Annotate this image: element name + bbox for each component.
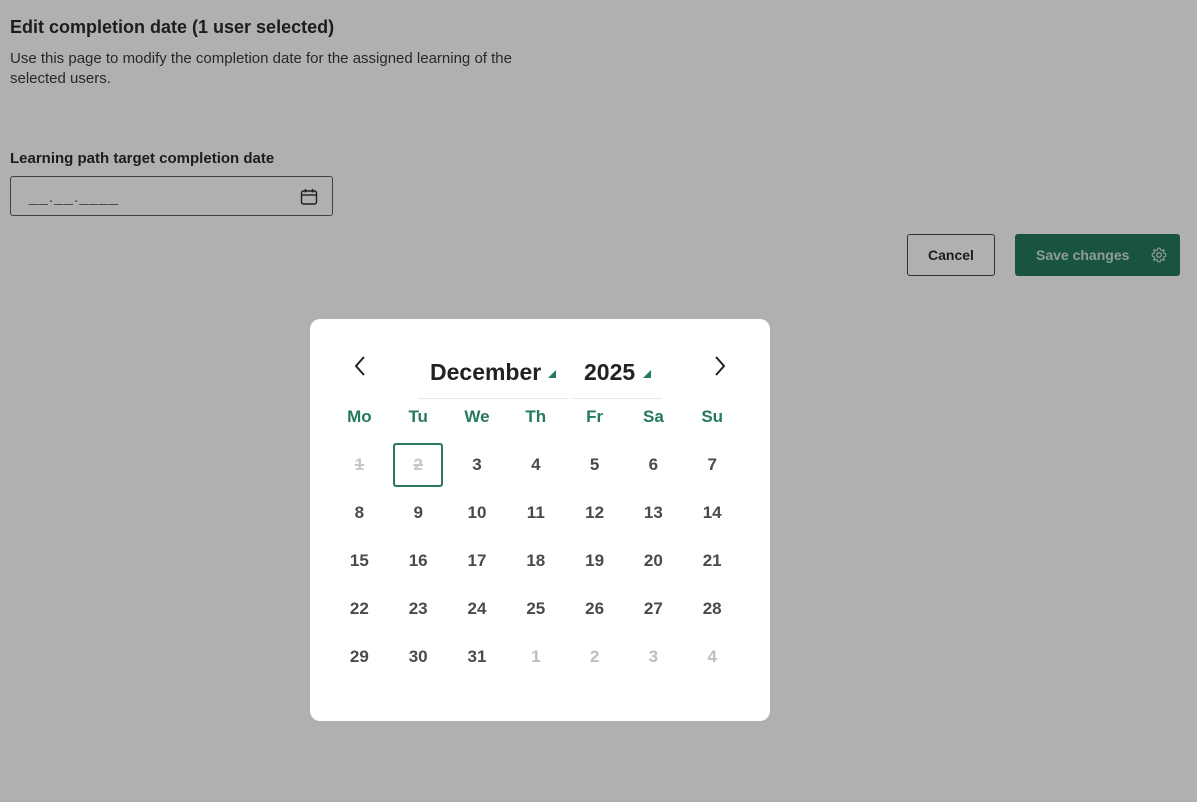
day-cell: 1 [354,455,365,474]
day-cell[interactable]: 22 [334,587,384,631]
day-cell[interactable]: 16 [393,539,443,583]
day-cell[interactable]: 30 [393,635,443,679]
month-select[interactable]: December [418,352,568,399]
day-cell[interactable]: 12 [570,491,620,535]
weekday-header: Mo Tu We Th Fr Sa Su [330,407,750,431]
day-cell: 2 [393,443,444,487]
year-select[interactable]: 2025 [572,352,662,399]
weekday-mo: Mo [347,407,372,426]
day-cell[interactable]: 29 [334,635,384,679]
day-cell[interactable]: 27 [628,587,678,631]
day-cell[interactable]: 31 [452,635,502,679]
day-cell[interactable]: 23 [393,587,443,631]
chevron-right-icon [715,356,726,376]
day-cell[interactable]: 28 [687,587,737,631]
prev-month-button[interactable] [345,351,375,381]
day-cell[interactable]: 26 [570,587,620,631]
day-cell[interactable]: 4 [511,443,561,487]
datepicker-popup: December 2025 Mo Tu We Th Fr Sa Su 1 2 3 4 5 6 7 8 9 10… [310,319,770,721]
day-cell[interactable]: 20 [628,539,678,583]
day-grid: 1 2 3 4 5 6 7 8 9 10 11 12 13 14 15 16 17 18 19 20 21 22 23 24 2… [330,443,750,693]
month-select-value: December [430,359,542,385]
year-select-value: 2025 [584,359,636,385]
day-cell[interactable]: 25 [511,587,561,631]
weekday-th: Th [525,407,547,426]
dropdown-triangle-icon [548,370,556,378]
day-cell[interactable]: 3 [452,443,502,487]
day-cell[interactable]: 24 [452,587,502,631]
day-cell[interactable]: 15 [334,539,384,583]
day-cell[interactable]: 5 [570,443,620,487]
weekday-su: Su [701,407,724,426]
day-cell[interactable]: 8 [334,491,384,535]
day-cell[interactable]: 21 [687,539,737,583]
day-cell-outside[interactable]: 4 [687,635,737,679]
day-cell[interactable]: 13 [628,491,678,535]
day-cell[interactable]: 18 [511,539,561,583]
day-cell[interactable]: 6 [628,443,678,487]
next-month-button[interactable] [705,351,735,381]
day-cell[interactable]: 9 [393,491,443,535]
weekday-sa: Sa [643,407,664,426]
day-cell-outside[interactable]: 3 [628,635,678,679]
day-cell[interactable]: 7 [687,443,737,487]
day-cell[interactable]: 14 [687,491,737,535]
day-cell[interactable]: 10 [452,491,502,535]
weekday-tu: Tu [408,407,428,426]
day-cell-outside[interactable]: 1 [511,635,561,679]
day-cell[interactable]: 17 [452,539,502,583]
weekday-we: We [464,407,490,426]
dropdown-triangle-icon [643,370,651,378]
day-cell[interactable]: 11 [511,491,561,535]
day-cell-outside[interactable]: 2 [570,635,620,679]
chevron-left-icon [354,356,365,376]
weekday-fr: Fr [586,407,604,426]
day-cell[interactable]: 19 [570,539,620,583]
